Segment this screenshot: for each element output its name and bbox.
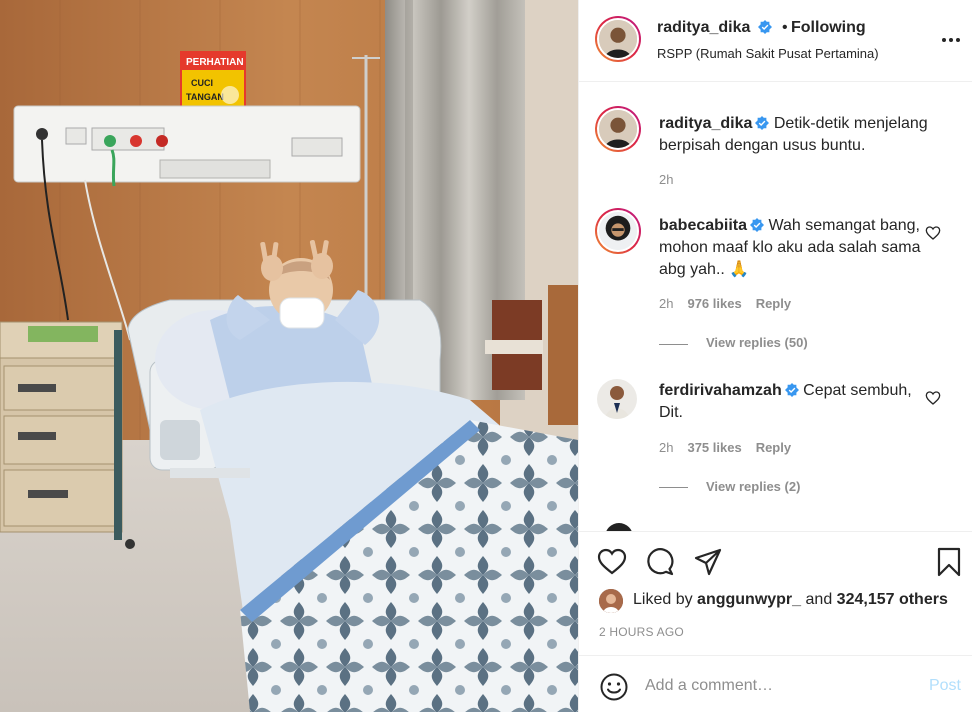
- liked-by-prefix: Liked by: [633, 591, 693, 608]
- more-options-icon[interactable]: [941, 30, 961, 50]
- liked-by-text: Liked by anggunwypr_ and 324,157 others: [633, 591, 948, 609]
- emoji-smiley-icon[interactable]: [599, 672, 629, 702]
- post-photo: PERHATIAN CUCI TANGAN: [0, 0, 578, 712]
- avatar-portrait-icon: [599, 212, 637, 250]
- replies-divider: [659, 487, 688, 488]
- action-bar: Liked by anggunwypr_ and 324,157 others …: [579, 531, 972, 655]
- post-detail-panel: raditya_dika • Following RSPP (Rumah Sak…: [578, 0, 972, 712]
- comment-username[interactable]: babecabiita: [659, 217, 747, 234]
- comment-meta: 2h 375 likes Reply: [659, 440, 791, 455]
- avatar-portrait-icon: [599, 589, 623, 613]
- view-replies-button[interactable]: View replies (2): [706, 479, 800, 494]
- like-comment-heart-icon[interactable]: [925, 390, 941, 406]
- caption-author-avatar[interactable]: [595, 106, 641, 152]
- sign-title: PERHATIAN: [186, 57, 244, 68]
- hospital-photo: PERHATIAN CUCI TANGAN: [0, 0, 578, 712]
- verified-badge-icon: [755, 116, 770, 130]
- comment-time[interactable]: 2h: [659, 296, 673, 311]
- author-username[interactable]: raditya_dika: [657, 19, 772, 37]
- liked-by-and: and: [805, 591, 833, 608]
- comment-bubble-icon[interactable]: [645, 547, 675, 577]
- add-comment-bar: Post: [579, 655, 972, 712]
- reply-button[interactable]: Reply: [756, 440, 791, 455]
- post-comment-button[interactable]: Post: [929, 677, 961, 695]
- post-header: raditya_dika • Following RSPP (Rumah Sak…: [579, 0, 972, 82]
- view-replies-button[interactable]: View replies (50): [706, 335, 808, 350]
- save-bookmark-icon[interactable]: [934, 547, 964, 577]
- verified-badge-icon: [784, 383, 799, 397]
- avatar-portrait-icon: [599, 110, 637, 148]
- liked-by-avatar[interactable]: [599, 589, 623, 613]
- caption-username[interactable]: raditya_dika: [659, 115, 752, 132]
- comment-body: babecabiita Wah semangat bang, mohon maa…: [659, 215, 927, 281]
- sign-line1: CUCI: [191, 78, 213, 88]
- avatar-portrait-icon: [597, 379, 637, 419]
- caption: raditya_dika Detik-detik menjelang berpi…: [659, 113, 949, 157]
- comment-avatar[interactable]: [595, 208, 641, 254]
- share-paper-plane-icon[interactable]: [693, 547, 723, 577]
- sign-line2: TANGAN: [186, 92, 224, 102]
- next-comment-avatar[interactable]: [605, 523, 633, 531]
- add-comment-input[interactable]: [645, 674, 915, 698]
- comment-body: ferdirivahamzah Cepat sembuh, Dit.: [659, 380, 927, 424]
- like-comment-heart-icon[interactable]: [925, 225, 941, 241]
- verified-badge-icon: [757, 20, 772, 34]
- avatar-portrait-icon: [599, 20, 637, 58]
- caption-timestamp[interactable]: 2h: [659, 172, 673, 187]
- post-timestamp[interactable]: 2 HOURS AGO: [599, 625, 684, 639]
- location-link[interactable]: RSPP (Rumah Sakit Pusat Pertamina): [657, 46, 879, 61]
- replies-divider: [659, 344, 688, 345]
- following-button[interactable]: Following: [791, 19, 866, 37]
- comments-list[interactable]: raditya_dika Detik-detik menjelang berpi…: [579, 83, 972, 531]
- comment-likes[interactable]: 375 likes: [687, 440, 741, 455]
- comment-likes[interactable]: 976 likes: [687, 296, 741, 311]
- comment-time[interactable]: 2h: [659, 440, 673, 455]
- liked-by-user[interactable]: anggunwypr_: [697, 591, 801, 608]
- comment-username[interactable]: ferdirivahamzah: [659, 382, 782, 399]
- comment-meta: 2h 976 likes Reply: [659, 296, 791, 311]
- reply-button[interactable]: Reply: [756, 296, 791, 311]
- verified-badge-icon: [750, 218, 765, 232]
- like-heart-icon[interactable]: [597, 547, 627, 577]
- header-separator: •: [782, 19, 788, 36]
- author-username-text[interactable]: raditya_dika: [657, 19, 750, 36]
- author-avatar[interactable]: [595, 16, 641, 62]
- comment-avatar[interactable]: [597, 379, 637, 419]
- liked-by-count[interactable]: 324,157 others: [837, 591, 948, 608]
